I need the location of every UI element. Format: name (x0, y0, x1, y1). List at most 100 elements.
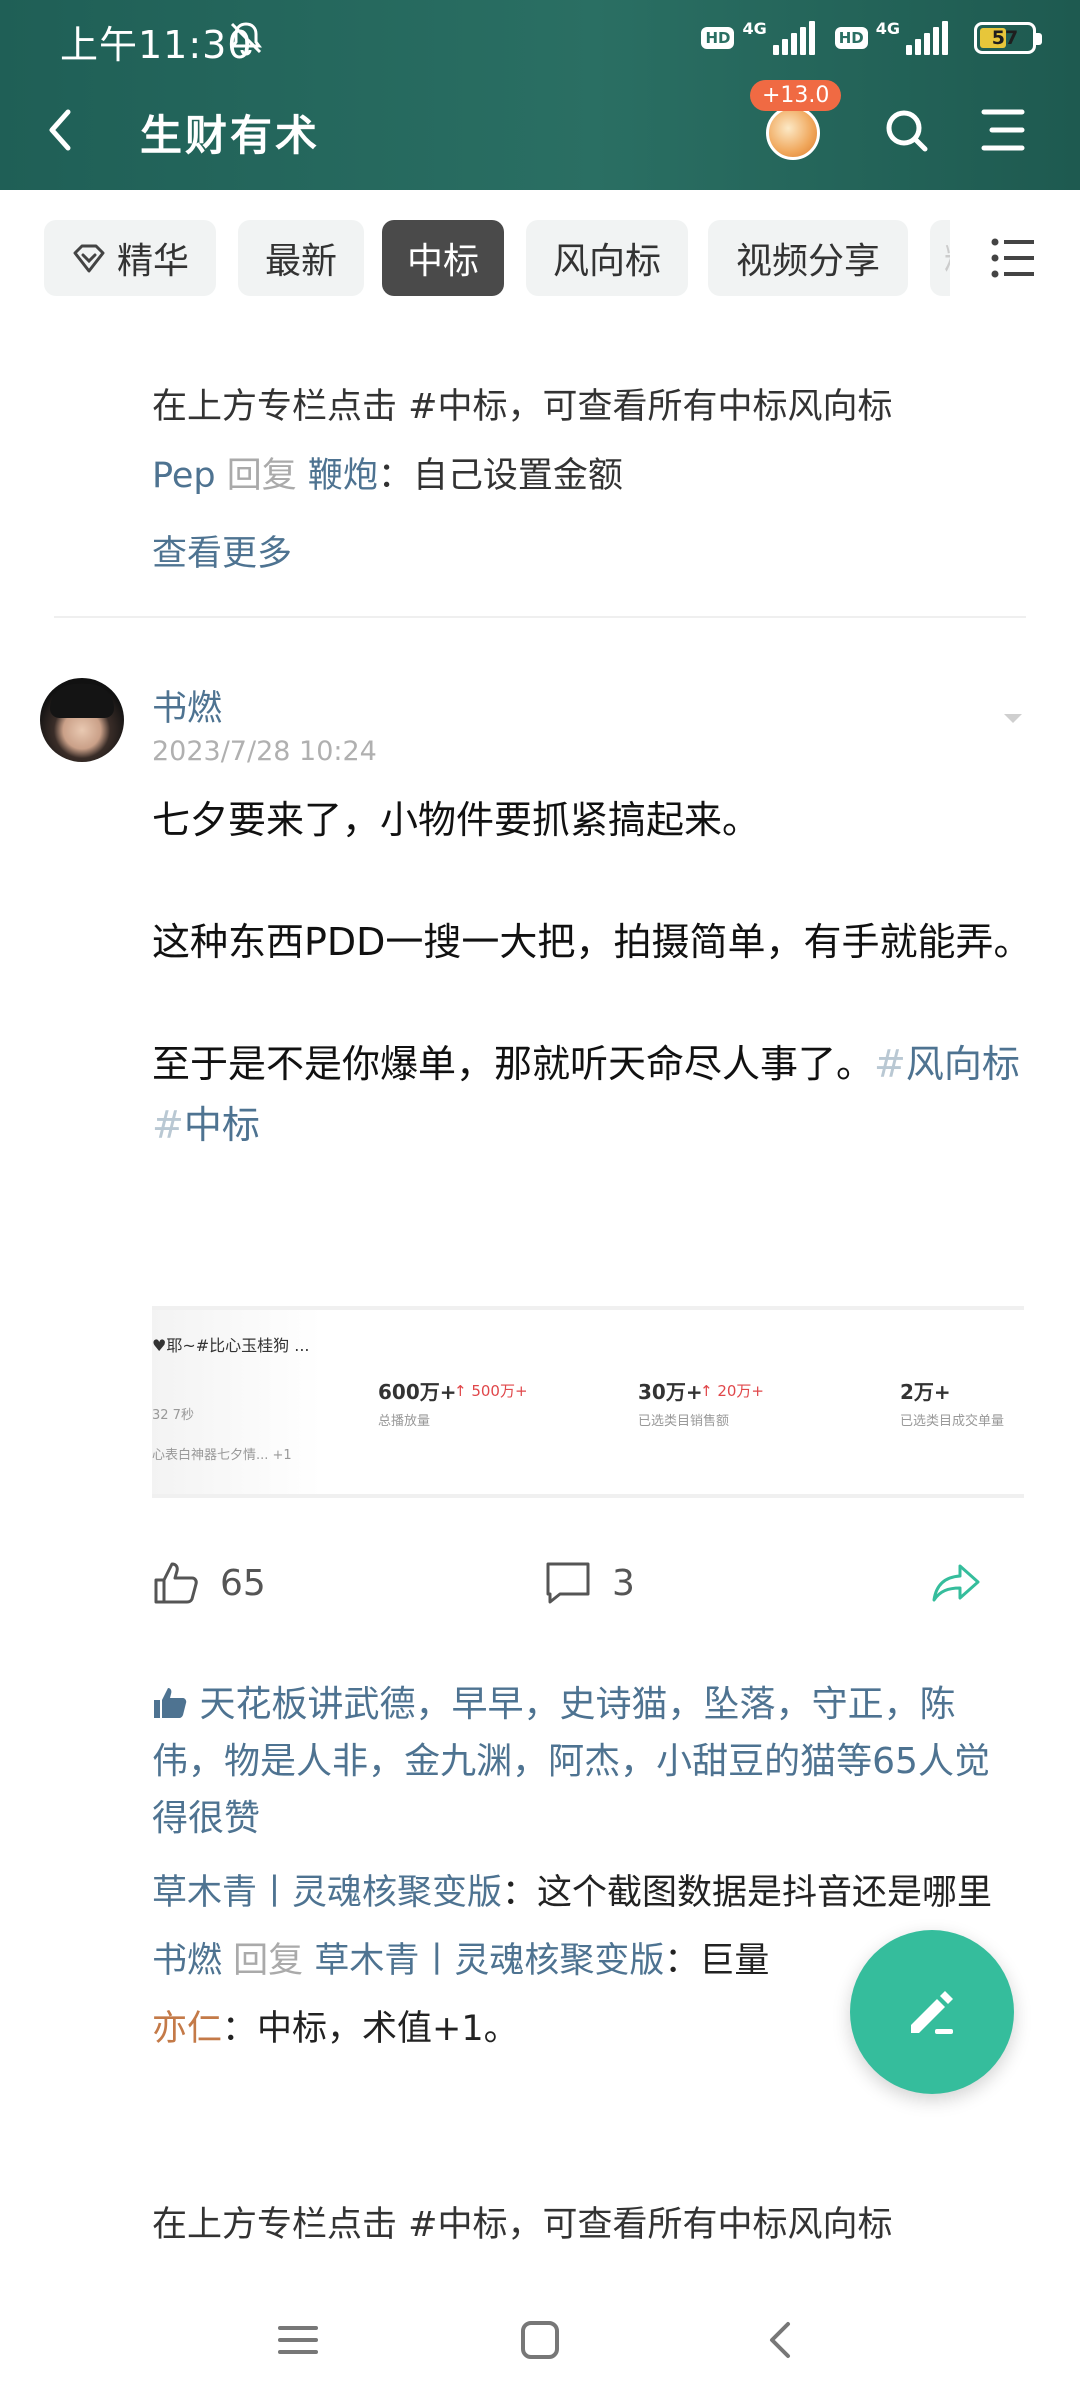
liker-name[interactable]: 史诗猫 (560, 1684, 668, 1725)
liker-name[interactable]: 阿杰 (548, 1741, 620, 1782)
tabs-fade (950, 220, 990, 296)
thumbs-up-icon (154, 1562, 198, 1604)
comment-user[interactable]: 亦仁 (152, 2009, 222, 2049)
list-icon[interactable] (990, 236, 1038, 280)
post-paragraph: 七夕要来了，小物件要抓紧搞起来。 (152, 798, 761, 842)
app-header: 上午11:30 HD 4G HD 4G 57 生财有术 +13.0 (0, 0, 1080, 190)
hash-symbol: # (874, 1042, 906, 1086)
comment-text: ：中标，术值+1。 (222, 2009, 519, 2049)
page-title: 生财有术 (140, 111, 321, 160)
tab-label: 风向标 (552, 241, 661, 282)
tab-label: 精华 (116, 241, 189, 282)
like-button[interactable]: 65 (152, 1560, 266, 1606)
home-icon[interactable] (510, 2310, 570, 2370)
battery-percent: 57 (991, 27, 1019, 49)
comment-item: 草木青丨灵魂核聚变版：这个截图数据是抖音还是哪里 (152, 1862, 1022, 1924)
image-title: ♥耶~#比心玉桂狗 ... (152, 1336, 310, 1355)
bell-off-icon (230, 22, 262, 56)
network-label-2: 4G (875, 18, 900, 38)
status-indicators: HD 4G HD 4G 57 (701, 16, 1042, 60)
recent-apps-icon[interactable] (268, 2310, 328, 2370)
liker-separator: ， (188, 1741, 225, 1782)
hashtag-link[interactable]: 风向标 (906, 1042, 1020, 1086)
menu-icon[interactable] (978, 104, 1028, 156)
tab-fengxiangbiao[interactable]: 风向标 (526, 220, 688, 296)
post-paragraph: 这种东西PDD一搜一大把，拍摄简单，有手就能弄。 (152, 920, 1032, 964)
back-nav-icon[interactable] (752, 2310, 812, 2370)
image-stat-delta: ↑ 500万+ (454, 1382, 528, 1400)
reply-target[interactable]: 鞭炮 (308, 456, 378, 496)
reply-word: 回复 (233, 1941, 304, 1981)
liker-separator: ， (415, 1684, 452, 1725)
liker-separator: ， (512, 1741, 549, 1782)
category-tabs: 精华 最新 中标 风向标 视频分享 精 (0, 190, 1080, 330)
post-actions: 65 3 (152, 1560, 1032, 1620)
reply-word: 回复 (226, 456, 297, 496)
image-stat-label: 已选类目销售额 (638, 1414, 730, 1429)
nav-bar: 生财有术 +13.0 (0, 80, 1080, 180)
likers-list: 天花板讲武德，早早，史诗猫，坠落，守正，陈伟，物是人非，金九渊，阿杰，小甜豆的猫… (152, 1676, 1022, 1847)
avatar[interactable] (40, 678, 124, 762)
liker-name[interactable]: 守正 (812, 1684, 884, 1725)
hash-symbol: # (152, 1103, 184, 1147)
liker-name[interactable]: 小甜豆的猫 (656, 1741, 836, 1782)
image-stat-value: 2万+ (900, 1380, 951, 1404)
like-count: 65 (220, 1562, 266, 1604)
image-stat-value: 30万+ (638, 1380, 703, 1404)
pinned-note: 在上方专栏点击 #中标，可查看所有中标风向标 (152, 387, 893, 427)
post-time: 2023/7/28 10:24 (152, 736, 377, 767)
comment-count: 3 (612, 1562, 635, 1604)
image-stat-delta: ↑ 20万+ (700, 1382, 764, 1400)
coin-badge[interactable]: +13.0 (750, 80, 842, 111)
reply-target[interactable]: 草木青丨灵魂核聚变版 (314, 1941, 664, 1981)
search-icon[interactable] (880, 102, 932, 158)
reply-user[interactable]: Pep (152, 456, 216, 496)
liker-name[interactable]: 早早 (451, 1684, 523, 1725)
post-content: 七夕要来了，小物件要抓紧搞起来。 这种东西PDD一搜一大把，拍摄简单，有手就能弄… (152, 790, 1032, 1156)
hd-badge-2: HD (834, 27, 868, 49)
comment-user[interactable]: 草木青丨灵魂核聚变版 (152, 1873, 502, 1913)
signal-icon (772, 21, 815, 55)
liker-separator: ， (667, 1684, 704, 1725)
comment-button[interactable]: 3 (544, 1560, 635, 1606)
liker-separator: ， (883, 1684, 920, 1725)
share-button[interactable] (930, 1560, 1002, 1606)
tab-zhongbiao[interactable]: 中标 (382, 220, 504, 296)
network-label-1: 4G (742, 18, 767, 38)
comment-text: ：这个截图数据是抖音还是哪里 (502, 1873, 993, 1913)
liker-name[interactable]: 天花板讲武德 (199, 1684, 415, 1725)
post-image[interactable]: ♥耶~#比心玉桂狗 ... 32 7秒 心表白神器七夕情... +1 600万+… (152, 1306, 1024, 1498)
liker-name[interactable]: 金九渊 (404, 1741, 512, 1782)
liker-separator: ， (620, 1741, 657, 1782)
hashtag-link[interactable]: 中标 (184, 1103, 260, 1147)
tab-label: 最新 (264, 241, 337, 282)
see-more-link[interactable]: 查看更多 (152, 525, 292, 576)
divider (54, 616, 1026, 618)
diamond-icon (73, 244, 105, 273)
liker-separator: ， (775, 1684, 812, 1725)
pen-icon (911, 1991, 953, 2034)
tab-shipin-fenxiang[interactable]: 视频分享 (708, 220, 908, 296)
liker-name[interactable]: 物是人非 (224, 1741, 368, 1782)
coin-avatar[interactable] (766, 106, 820, 160)
tab-label: 中标 (406, 241, 479, 282)
author-name[interactable]: 书燃 (152, 680, 222, 731)
liker-name[interactable]: 坠落 (704, 1684, 776, 1725)
image-stat-value: 600万+ (378, 1380, 457, 1404)
hd-badge: HD (701, 27, 735, 49)
thumbs-up-filled-icon (154, 1688, 187, 1718)
tab-zuixin[interactable]: 最新 (238, 220, 364, 296)
footer-note: 在上方专栏点击 #中标，可查看所有中标风向标 (152, 2205, 893, 2245)
image-sub: 心表白神器七夕情... +1 (152, 1448, 292, 1463)
post-paragraph: 至于是不是你爆单，那就听天命尽人事了。#风向标 (152, 1034, 1032, 1095)
image-stat-label: 总播放量 (378, 1414, 431, 1429)
system-nav-bar (0, 2280, 1080, 2400)
chevron-down-icon[interactable] (998, 708, 1028, 728)
tab-jinghua[interactable]: 精华 (44, 220, 216, 296)
comment-user[interactable]: 书燃 (152, 1941, 222, 1981)
status-bar: 上午11:30 HD 4G HD 4G 57 (0, 0, 1080, 75)
signal-icon-2 (906, 21, 948, 55)
comment-icon (546, 1562, 590, 1604)
back-icon[interactable] (36, 100, 86, 160)
compose-button[interactable] (850, 1930, 1014, 2094)
